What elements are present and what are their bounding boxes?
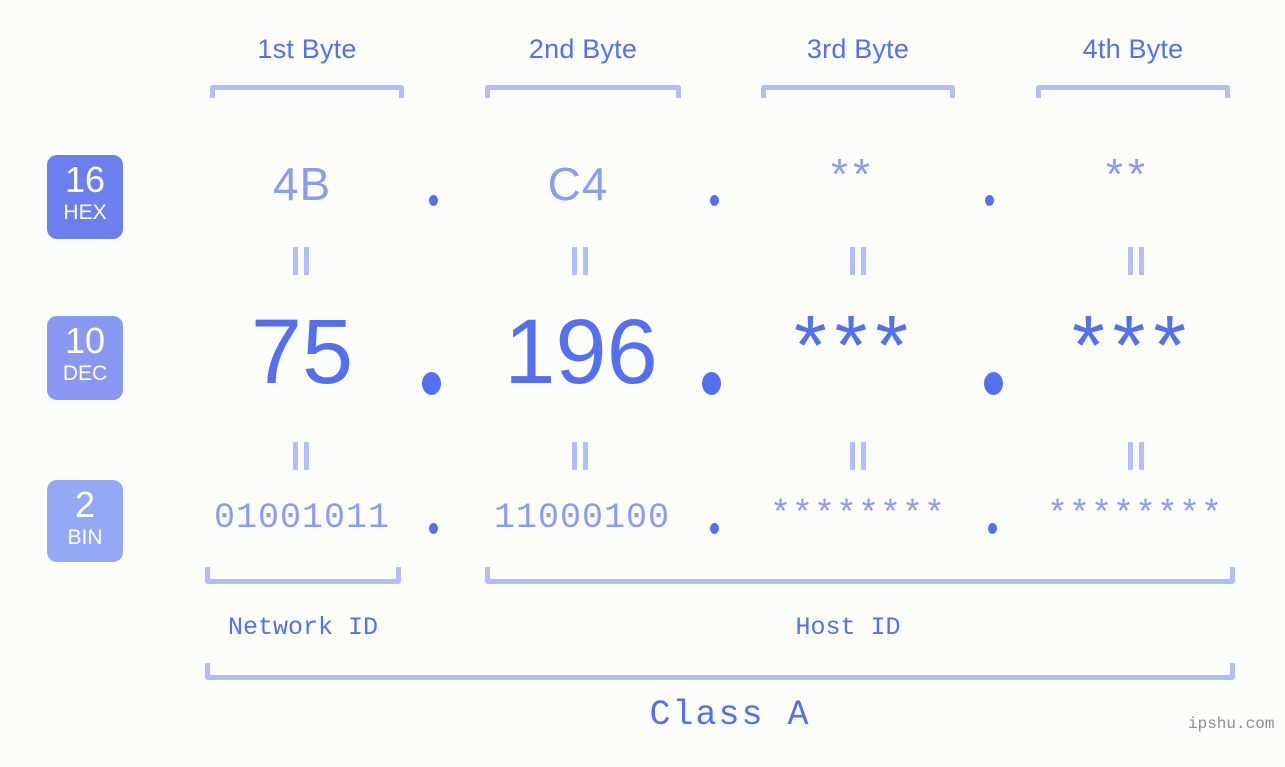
base-badge-dec-label: DEC: [62, 361, 108, 385]
dec-separator-dot-3: [984, 372, 1003, 395]
equals-mark-hex-dec-3: [849, 247, 867, 275]
bin-byte-2: 11000100: [493, 498, 671, 538]
equals-mark-dec-bin-3: [849, 442, 867, 470]
byte-header-4: 4th Byte: [1082, 34, 1184, 64]
equals-mark-dec-bin-1: [292, 442, 310, 470]
hex-byte-1: 4B: [272, 158, 332, 210]
bin-byte-1: 01001011: [213, 498, 391, 538]
base-badge-bin-label: BIN: [67, 525, 103, 549]
byte-bracket-2: [485, 85, 681, 98]
base-badge-hex-number: 16: [64, 159, 106, 200]
ip-byte-breakdown-diagram: 1st Byte 2nd Byte 3rd Byte 4th Byte 16 H…: [0, 0, 1285, 767]
base-badge-hex: 16 HEX: [47, 155, 123, 239]
base-badge-dec: 10 DEC: [47, 316, 123, 400]
byte-bracket-3: [761, 85, 955, 98]
dec-byte-3: ***: [793, 298, 917, 392]
base-badge-dec-number: 10: [64, 320, 106, 361]
bin-byte-3: ********: [769, 495, 947, 535]
host-id-bracket: [485, 567, 1235, 584]
site-watermark: ipshu.com: [1188, 715, 1275, 733]
bin-separator-dot-1: [429, 523, 438, 534]
dec-byte-4: ***: [1071, 298, 1195, 392]
bin-byte-4: ********: [1046, 495, 1224, 535]
dec-separator-dot-1: [422, 372, 441, 395]
equals-mark-hex-dec-1: [292, 247, 310, 275]
equals-mark-hex-dec-2: [571, 247, 589, 275]
class-label: Class A: [649, 695, 811, 735]
byte-bracket-1: [210, 85, 404, 98]
network-id-bracket: [205, 567, 401, 584]
hex-byte-2: C4: [547, 158, 609, 210]
hex-byte-4: **: [1105, 150, 1151, 199]
equals-mark-dec-bin-2: [571, 442, 589, 470]
hex-separator-dot-1: [429, 195, 438, 206]
class-bracket: [205, 663, 1235, 680]
byte-bracket-4: [1036, 85, 1230, 98]
dec-byte-2: 196: [504, 301, 658, 403]
host-id-label: Host ID: [795, 613, 901, 642]
bin-separator-dot-3: [988, 523, 997, 534]
base-badge-bin: 2 BIN: [47, 480, 123, 562]
byte-header-2: 2nd Byte: [528, 34, 638, 64]
hex-byte-3: **: [830, 150, 876, 199]
base-badge-hex-label: HEX: [63, 200, 107, 224]
dec-byte-1: 75: [250, 301, 354, 403]
bin-separator-dot-2: [710, 523, 719, 534]
equals-mark-hex-dec-4: [1127, 247, 1145, 275]
dec-separator-dot-2: [702, 372, 721, 395]
base-badge-bin-number: 2: [74, 484, 96, 525]
byte-header-1: 1st Byte: [257, 34, 357, 64]
equals-mark-dec-bin-4: [1127, 442, 1145, 470]
byte-header-3: 3rd Byte: [806, 34, 910, 64]
hex-separator-dot-3: [985, 195, 994, 206]
network-id-label: Network ID: [227, 613, 379, 642]
hex-separator-dot-2: [710, 195, 719, 206]
